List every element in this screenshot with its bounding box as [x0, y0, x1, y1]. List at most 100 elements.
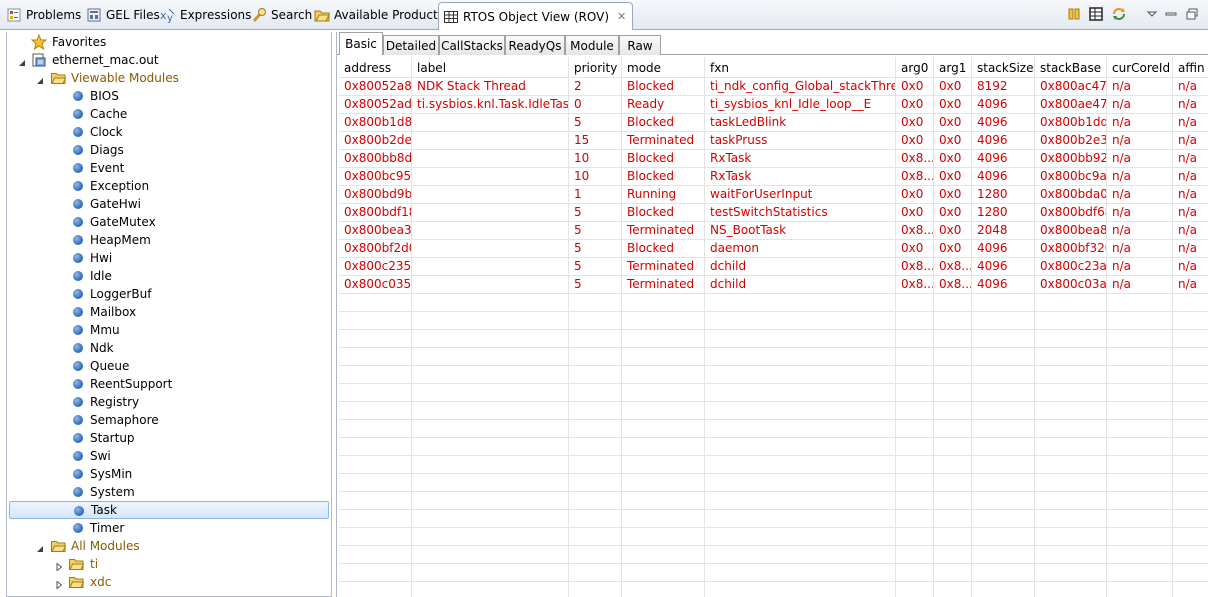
- tree-item-module[interactable]: HeapMem: [7, 231, 331, 249]
- table-row[interactable]: 0x800bc958 10 Blocked RxTask 0x8... 0x0 4096 0x…: [339, 167, 1208, 185]
- tree-item-module[interactable]: Swi: [7, 447, 331, 465]
- tab-label: Expressions: [180, 8, 252, 22]
- subtab-readyqs[interactable]: ReadyQs: [505, 35, 565, 55]
- tree-item-viewable-modules[interactable]: Viewable Modules: [7, 69, 331, 87]
- tree-item-module[interactable]: Hwi: [7, 249, 331, 267]
- subtab-detailed[interactable]: Detailed: [383, 35, 439, 55]
- collapsed-arrow-icon[interactable]: [55, 578, 63, 590]
- expanded-arrow-icon[interactable]: [18, 56, 26, 66]
- tree-item-favorites[interactable]: Favorites: [7, 33, 331, 51]
- subtab-callstacks[interactable]: CallStacks: [439, 35, 505, 55]
- row-separator: [339, 527, 1208, 528]
- column-header[interactable]: priority: [569, 59, 621, 77]
- tree-item-module[interactable]: Clock: [7, 123, 331, 141]
- column-header[interactable]: arg1: [934, 59, 971, 77]
- tab-rtos-object-view[interactable]: RTOS Object View (ROV) ✕: [438, 2, 634, 30]
- table-row[interactable]: 0x800bb8d8 10 Blocked RxTask 0x8... 0x0 4096 0x…: [339, 149, 1208, 167]
- maximize-icon[interactable]: [1184, 6, 1200, 22]
- tree-item-module[interactable]: GateHwi: [7, 195, 331, 213]
- module-icon: [73, 307, 83, 317]
- table-row[interactable]: 0x800c0350 5 Terminated dchild 0x8... 0x8... 4…: [339, 275, 1208, 293]
- column-header[interactable]: curCoreId: [1107, 59, 1172, 77]
- tab-search[interactable]: Search: [251, 4, 312, 26]
- table-row[interactable]: 0x80052a88 NDK Stack Thread 2 Blocked ti_ndk…: [339, 77, 1208, 95]
- tree-item-module[interactable]: Task: [9, 501, 329, 519]
- table-row[interactable]: 0x800c2358 5 Terminated dchild 0x8... 0x8... 4…: [339, 257, 1208, 275]
- subtab-module[interactable]: Module: [565, 35, 619, 55]
- pause-icon[interactable]: [1066, 6, 1082, 22]
- table-cell: 4096: [977, 169, 1008, 183]
- tree-item-module[interactable]: Idle: [7, 267, 331, 285]
- tree-item-module[interactable]: SysMin: [7, 465, 331, 483]
- table-cell: 0x800c2358: [344, 259, 411, 273]
- column-header[interactable]: fxn: [705, 59, 895, 77]
- tree-item-module[interactable]: ReentSupport: [7, 375, 331, 393]
- tree-item-module[interactable]: Cache: [7, 105, 331, 123]
- table-row[interactable]: 0x80052ad4 ti.sysbios.knl.Task.IdleTask 0 R…: [339, 95, 1208, 113]
- tree-item-module[interactable]: Queue: [7, 357, 331, 375]
- svg-text:y: y: [167, 13, 173, 23]
- table-row[interactable]: 0x800b1d80 5 Blocked taskLedBlink 0x0 0x0 4096…: [339, 113, 1208, 131]
- minimize-icon[interactable]: [1163, 6, 1179, 22]
- row-separator: [339, 383, 1208, 384]
- table-cell: 0x0: [939, 205, 962, 219]
- tree-item-module[interactable]: Mmu: [7, 321, 331, 339]
- tree-item-module[interactable]: Diags: [7, 141, 331, 159]
- tree-item-module[interactable]: Semaphore: [7, 411, 331, 429]
- tree-item-module[interactable]: Startup: [7, 429, 331, 447]
- column-header[interactable]: stackBase: [1035, 59, 1106, 77]
- tree-item-module[interactable]: LoggerBuf: [7, 285, 331, 303]
- table-cell: Blocked: [627, 205, 675, 219]
- column-header[interactable]: address: [339, 59, 411, 77]
- tree-item-module[interactable]: Ndk: [7, 339, 331, 357]
- table-cell: 4096: [977, 277, 1008, 291]
- tree-item-module[interactable]: Registry: [7, 393, 331, 411]
- tree-item-module[interactable]: Exception: [7, 177, 331, 195]
- table-row[interactable]: 0x800bea30 5 Terminated NS_BootTask 0x8... 0x…: [339, 221, 1208, 239]
- table-cell: 1: [574, 187, 582, 201]
- tab-gel-files[interactable]: GEL Files: [86, 4, 160, 26]
- table-cell: 0x800bc9a8: [1040, 169, 1106, 183]
- tree-item-ti[interactable]: ti: [7, 555, 331, 573]
- table-cell: n/a: [1178, 97, 1198, 111]
- table-cell: ti_ndk_config_Global_stackThread: [710, 79, 895, 93]
- table-cell: 0x800ac478: [1040, 79, 1106, 93]
- table-row[interactable]: 0x800b2de0 15 Terminated taskPruss 0x0 0x0 409…: [339, 131, 1208, 149]
- tree-item-module[interactable]: Timer: [7, 519, 331, 537]
- tree-item-module[interactable]: Mailbox: [7, 303, 331, 321]
- subtab-raw[interactable]: Raw: [619, 35, 661, 55]
- tree-item-module[interactable]: Event: [7, 159, 331, 177]
- table-row[interactable]: 0x800bdf18 5 Blocked testSwitchStatistics 0x…: [339, 203, 1208, 221]
- expanded-arrow-icon[interactable]: [36, 74, 44, 84]
- tree-label: BIOS: [90, 89, 119, 103]
- tree-item-module[interactable]: System: [7, 483, 331, 501]
- tree-item-xdc[interactable]: xdc: [7, 573, 331, 591]
- column-header[interactable]: label: [412, 59, 568, 77]
- tab-problems[interactable]: Problems: [6, 4, 81, 26]
- table-cell: NS_BootTask: [710, 223, 787, 237]
- products-folder-icon: [314, 7, 330, 23]
- table-cell: n/a: [1178, 187, 1198, 201]
- table-cell: Terminated: [627, 259, 695, 273]
- column-header[interactable]: stackSize: [972, 59, 1034, 77]
- table-row[interactable]: 0x800bf2d0 5 Blocked daemon 0x0 0x0 4096 0x800b…: [339, 239, 1208, 257]
- subtab-basic[interactable]: Basic: [339, 32, 383, 55]
- column-header[interactable]: mode: [622, 59, 704, 77]
- refresh-icon[interactable]: [1111, 6, 1127, 22]
- close-icon[interactable]: ✕: [617, 10, 626, 23]
- view-menu-icon[interactable]: [1144, 6, 1160, 22]
- tab-expressions[interactable]: xy Expressions: [160, 4, 251, 26]
- module-icon: [73, 361, 83, 371]
- tab-available-products[interactable]: Available Products: [314, 4, 444, 26]
- column-header[interactable]: arg0: [896, 59, 933, 77]
- grid-view-icon[interactable]: [1088, 6, 1104, 22]
- module-icon: [73, 217, 83, 227]
- expanded-arrow-icon[interactable]: [36, 542, 44, 552]
- tree-item-module[interactable]: GateMutex: [7, 213, 331, 231]
- column-header[interactable]: affin: [1173, 59, 1208, 77]
- tree-item-module[interactable]: BIOS: [7, 87, 331, 105]
- tree-item-root[interactable]: ethernet_mac.out: [7, 51, 331, 69]
- collapsed-arrow-icon[interactable]: [55, 560, 63, 572]
- table-row[interactable]: 0x800bd9b8 1 Running waitForUserInput 0x0 0x0…: [339, 185, 1208, 203]
- tree-item-all-modules[interactable]: All Modules: [7, 537, 331, 555]
